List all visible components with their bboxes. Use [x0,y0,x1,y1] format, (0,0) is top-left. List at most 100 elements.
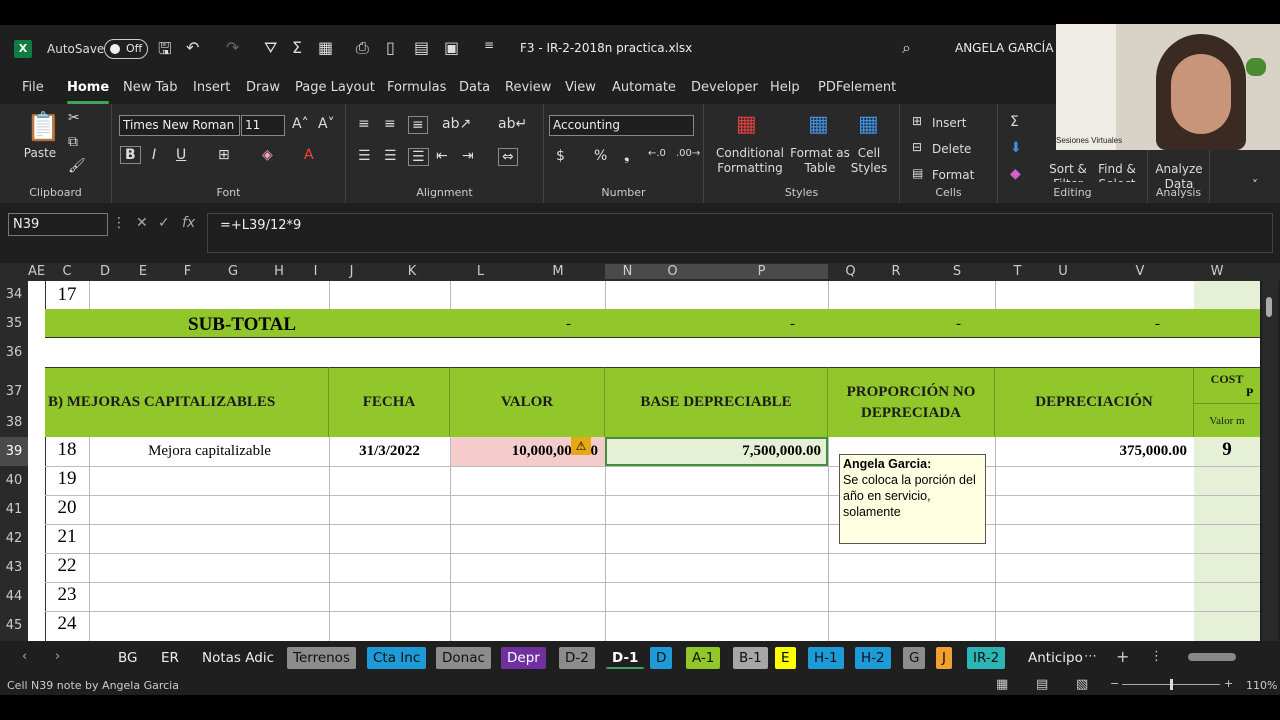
row-header[interactable]: 37 [0,367,28,409]
column-header-selected[interactable]: P [695,264,828,279]
clear-icon[interactable]: ◆ [1010,166,1021,182]
percent-icon[interactable]: % [594,148,607,164]
cell-styles-button[interactable]: Cell Styles [846,146,892,176]
row-number-cell[interactable]: 23 [45,584,89,606]
subtotal-label[interactable]: SUB-TOTAL [188,314,296,336]
column-header-selected[interactable]: N [605,264,650,279]
align-top-icon[interactable]: ≡ [358,116,370,132]
zoom-in-icon[interactable]: + [1224,677,1233,690]
sheet-tab-j[interactable]: J [936,647,952,669]
column-header[interactable]: I [302,264,329,279]
sheet-tab-er[interactable]: ER [155,647,185,669]
header-valor[interactable]: VALOR [450,367,605,437]
scroll-tabs-left-icon[interactable]: ‹ [22,649,27,664]
align-center-icon[interactable]: ☰ [384,148,397,164]
paste-button[interactable]: Paste [20,146,60,160]
column-header[interactable]: J [329,264,374,279]
column-header[interactable]: F [165,264,210,279]
sheet-tab-d-2[interactable]: D-2 [559,647,595,669]
tab-data[interactable]: Data [459,80,490,95]
row-header[interactable]: 38 [0,409,28,437]
row-header[interactable]: 36 [0,338,28,367]
sheet-tab-b-1[interactable]: B-1 [733,647,768,669]
scroll-tabs-right-icon[interactable]: › [55,649,60,664]
tab-formulas[interactable]: Formulas [387,80,446,95]
sheet-tab-d[interactable]: D [650,647,673,669]
column-header[interactable]: L [450,264,511,279]
subtotal-valor[interactable]: - [566,316,571,333]
sheet-tab-ir-2[interactable]: IR-2 [967,647,1006,669]
find-select-button[interactable]: Find & Select [1092,162,1142,182]
header-proporcion[interactable]: PROPORCIÓN NO DEPRECIADA [828,367,995,437]
cell-comment-note[interactable]: Angela Garcia: Se coloca la porción del … [839,454,986,544]
header-depreciacion[interactable]: DEPRECIACIÓN [995,367,1194,437]
sheet-tab-a-1[interactable]: A-1 [686,647,721,669]
cut-icon[interactable]: ✂ [68,110,80,126]
tab-automate[interactable]: Automate [612,80,676,95]
fill-color-icon[interactable]: ◈ [262,147,273,163]
section-header[interactable]: B) MEJORAS CAPITALIZABLES [45,367,329,437]
tab-help[interactable]: Help [770,80,800,95]
decrease-decimal-icon[interactable]: .00→ [676,148,700,159]
paste-icon[interactable]: 📋 [26,110,61,143]
clipboard-icon[interactable]: ▣ [444,38,459,57]
tab-insert[interactable]: Insert [193,80,230,95]
sheet-tab-g[interactable]: G [903,647,926,669]
subtotal-base[interactable]: - [790,316,795,333]
column-header-selected[interactable]: O [650,264,695,279]
row-header[interactable]: 41 [0,495,28,524]
vertical-scrollbar[interactable] [1262,281,1278,641]
row-header[interactable]: 43 [0,553,28,582]
sheet-tab-depr[interactable]: Depr [501,647,546,669]
format-as-table-button[interactable]: Format as Table [788,146,852,176]
base-depreciable-cell[interactable]: 7,500,000.00 [605,443,821,460]
row-number-cell[interactable]: 24 [45,613,89,635]
column-header[interactable]: W [1194,264,1240,279]
file-name[interactable]: F3 - IR-2-2018n practica.xlsx [520,41,692,55]
number-format-select[interactable]: Accounting [549,115,694,136]
insert-function-icon[interactable]: fx [182,215,195,231]
column-header[interactable]: C [45,264,89,279]
bold-icon[interactable]: B [120,146,141,164]
print-preview-icon[interactable]: ▤ [414,38,429,57]
format-cells-icon[interactable]: ▤ [912,166,923,180]
font-size-select[interactable]: 11 [241,115,285,136]
enter-icon[interactable]: ✓ [158,215,170,231]
tab-draw[interactable]: Draw [246,80,280,95]
column-header[interactable]: V [1086,264,1194,279]
normal-view-icon[interactable]: ▦ [996,677,1008,692]
underline-icon[interactable]: U [176,147,186,163]
tab-developer[interactable]: Developer [691,80,758,95]
column-header[interactable]: Q [828,264,873,279]
page-layout-view-icon[interactable]: ▤ [1036,677,1048,692]
copy-icon[interactable]: ⧉ [68,134,78,150]
borders-icon[interactable]: ⊞ [218,147,230,163]
increase-font-icon[interactable]: A˄ [292,116,309,132]
row-number-cell[interactable]: 22 [45,555,89,577]
align-bottom-icon[interactable]: ≡ [408,116,428,134]
subtotal-proporcion[interactable]: - [956,316,961,333]
sheet-tab-d-1[interactable]: D-1 [606,647,645,669]
print-icon[interactable]: ⎙ [356,38,369,58]
column-header[interactable]: M [511,264,605,279]
column-header[interactable]: G [210,264,256,279]
sheet-tab-h-1[interactable]: H-1 [808,647,844,669]
tab-page-layout[interactable]: Page Layout [295,80,375,95]
row-header[interactable]: 40 [0,466,28,495]
row-header[interactable]: 42 [0,524,28,553]
column-header[interactable]: AE [28,264,45,279]
conditional-formatting-button[interactable]: Conditional Formatting [710,146,790,176]
filter-icon[interactable]: ⛛ [264,38,277,58]
row-header[interactable]: 35 [0,309,28,338]
currency-icon[interactable]: $ [556,148,565,164]
tab-home[interactable]: Home [67,80,110,104]
orientation-icon[interactable]: ab↗ [442,116,471,132]
autosave-toggle[interactable]: Off [104,39,148,59]
column-header[interactable]: H [256,264,302,279]
row-number-cell[interactable]: 19 [45,468,89,490]
column-header[interactable]: U [1040,264,1086,279]
zoom-level[interactable]: 110% [1246,679,1277,692]
delete-cells-button[interactable]: Delete [932,142,971,156]
search-icon[interactable]: ⌕ [902,38,911,58]
cancel-icon[interactable]: ✕ [136,215,148,231]
